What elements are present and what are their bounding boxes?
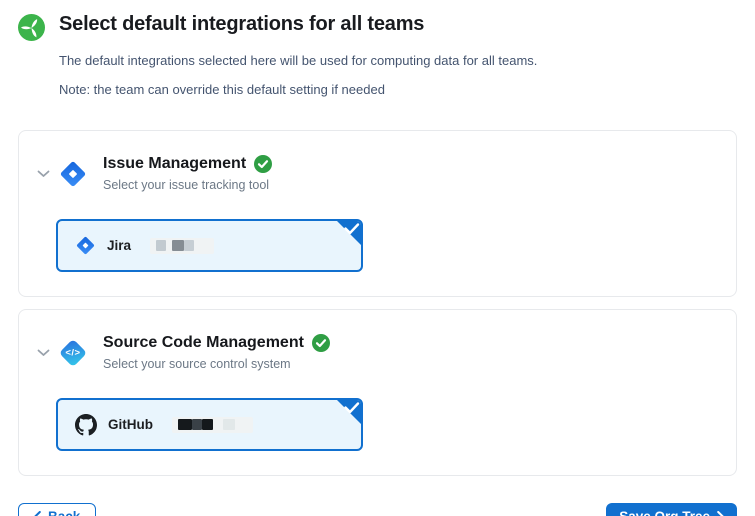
chevron-right-icon — [717, 511, 724, 516]
back-button-label: Back — [48, 509, 80, 516]
check-circle-icon — [312, 334, 330, 352]
jira-icon — [58, 159, 88, 189]
code-brackets-glyph: </> — [65, 347, 80, 358]
redacted-text — [172, 417, 253, 433]
option-jira-selected[interactable]: Jira — [56, 219, 363, 272]
option-label: Jira — [107, 238, 131, 253]
section-title: Source Code Management — [103, 334, 304, 352]
page-description: The default integrations selected here w… — [59, 53, 537, 68]
chevron-left-icon — [34, 511, 41, 516]
section-source-code-management: </> Source Code Management Select your s… — [18, 309, 737, 476]
footer-actions: Back Save Org Tree — [0, 503, 755, 516]
section-title: Issue Management — [103, 155, 246, 173]
collapse-chevron-icon[interactable] — [34, 344, 52, 362]
page-title: Select default integrations for all team… — [59, 13, 537, 36]
source-code-icon: </> — [58, 338, 88, 368]
page-header: Select default integrations for all team… — [0, 0, 755, 97]
github-icon — [75, 414, 97, 436]
integrations-settings-page: Select default integrations for all team… — [0, 0, 755, 516]
save-org-tree-button[interactable]: Save Org Tree — [606, 503, 737, 516]
corner-checkmark-icon — [333, 219, 363, 249]
page-note: Note: the team can override this default… — [59, 82, 537, 97]
section-subtitle: Select your issue tracking tool — [103, 178, 272, 192]
back-button[interactable]: Back — [18, 503, 96, 516]
redacted-text — [150, 238, 214, 254]
save-button-label: Save Org Tree — [619, 509, 710, 516]
app-logo-icon — [18, 14, 45, 41]
jira-icon-small — [75, 235, 96, 256]
check-circle-icon — [254, 155, 272, 173]
section-issue-management: Issue Management Select your issue track… — [18, 130, 737, 297]
section-subtitle: Select your source control system — [103, 357, 330, 371]
option-label: GitHub — [108, 417, 153, 432]
corner-checkmark-icon — [333, 398, 363, 428]
collapse-chevron-icon[interactable] — [34, 165, 52, 183]
integration-sections: Issue Management Select your issue track… — [18, 130, 737, 476]
option-github-selected[interactable]: GitHub — [56, 398, 363, 451]
